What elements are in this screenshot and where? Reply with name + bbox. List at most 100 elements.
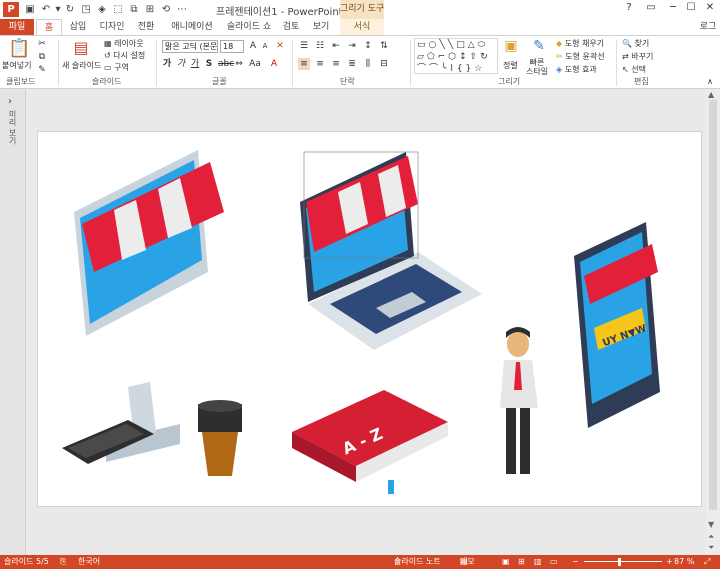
shrink-font-icon[interactable]: A xyxy=(260,40,270,52)
shape-effects-button[interactable]: ◈ 도형 효과 xyxy=(556,64,597,75)
slide-canvas[interactable]: UY N▼W A - Z xyxy=(38,132,701,506)
font-size-select[interactable]: 18 xyxy=(220,40,244,53)
expand-pane-icon[interactable]: › xyxy=(8,96,12,107)
char-spacing-icon[interactable]: ⇔ xyxy=(234,58,244,70)
tab-slideshow[interactable]: 슬라이드 쇼 xyxy=(224,19,274,35)
tab-home[interactable]: 홈 xyxy=(36,19,62,35)
scrollbar-thumb[interactable] xyxy=(709,100,717,510)
a-z-book-illustration[interactable]: A - Z xyxy=(292,390,448,494)
laptop-shop-illustration[interactable] xyxy=(300,151,482,350)
vertical-scrollbar[interactable]: ▲ ▼ ⏶ ⏷ xyxy=(706,90,720,555)
fit-to-window-icon[interactable]: ⤢ xyxy=(704,555,710,569)
clear-format-icon[interactable]: ✕ xyxy=(274,40,286,52)
help-button[interactable]: ? xyxy=(622,2,636,13)
bullets-icon[interactable]: ☰ xyxy=(298,40,310,52)
tab-format[interactable]: 서식 xyxy=(340,19,384,35)
undo-icon[interactable]: ↶ xyxy=(40,2,52,17)
slideshow-start-icon[interactable]: ◳ xyxy=(80,2,92,17)
decrease-indent-icon[interactable]: ⇤ xyxy=(330,40,342,52)
select-button[interactable]: ↖ 선택 xyxy=(622,64,646,75)
layout-button[interactable]: ▦ 레이아웃 xyxy=(104,38,144,49)
cut-icon[interactable]: ✂ xyxy=(36,38,48,50)
save-icon[interactable]: ▣ xyxy=(24,2,36,17)
copy-icon[interactable]: ⧉ xyxy=(36,51,48,63)
close-button[interactable]: ✕ xyxy=(703,2,717,13)
tab-transitions[interactable]: 전환 xyxy=(132,19,160,35)
grow-font-icon[interactable]: A xyxy=(248,40,258,52)
undo-dropdown-icon[interactable]: ▾ xyxy=(54,2,62,17)
quick-styles-button-label[interactable]: 빠른 스타일 xyxy=(526,58,548,76)
businessman-illustration[interactable] xyxy=(500,327,538,474)
align-right-icon[interactable]: ≡ xyxy=(330,58,342,70)
font-color-icon[interactable]: A xyxy=(268,58,280,70)
strikethrough-icon[interactable]: abc xyxy=(218,58,234,70)
columns-icon[interactable]: ⫼ xyxy=(362,58,374,70)
quick-styles-icon[interactable]: ✎ xyxy=(530,39,548,53)
shapes-icon[interactable]: ◈ xyxy=(96,2,108,17)
increase-indent-icon[interactable]: ⇥ xyxy=(346,40,358,52)
arrange-icon[interactable]: ▣ xyxy=(502,39,520,53)
redo-icon[interactable]: ↻ xyxy=(64,2,76,17)
minimize-button[interactable]: ─ xyxy=(666,2,680,13)
change-case-icon[interactable]: Aa xyxy=(248,58,262,70)
ribbon-display-options-button[interactable]: ▭ xyxy=(644,2,658,13)
reading-view-icon[interactable]: ▥ xyxy=(534,555,542,569)
smartart-icon[interactable]: ⊟ xyxy=(378,58,390,70)
normal-view-icon[interactable]: ▣ xyxy=(502,555,510,569)
format-painter-icon[interactable]: ✎ xyxy=(36,64,48,76)
scroll-down-icon[interactable]: ▼ xyxy=(708,520,714,529)
group-icon[interactable]: ⬚ xyxy=(112,2,124,17)
shapes-gallery[interactable]: ▭○╲╲□△⬭ ▱⬠⌐⬡↕⇧↻ ⌒⌒╰⌇{}☆ xyxy=(414,38,498,74)
section-button[interactable]: ▭ 구역 xyxy=(104,62,129,73)
underline-icon[interactable]: 가 xyxy=(190,58,200,70)
new-slide-icon[interactable]: ▤ xyxy=(70,38,92,58)
language-indicator[interactable]: 한국어 xyxy=(78,555,100,569)
arrange-icon[interactable]: ⧉ xyxy=(128,2,140,17)
tab-file[interactable]: 파일 xyxy=(0,19,34,35)
next-slide-icon[interactable]: ⏷ xyxy=(708,543,714,553)
numbering-icon[interactable]: ☷ xyxy=(314,40,326,52)
tab-insert[interactable]: 삽입 xyxy=(64,19,92,35)
rotate-icon[interactable]: ⟲ xyxy=(160,2,172,17)
smartphone-shop-illustration[interactable]: UY N▼W xyxy=(574,222,660,428)
paste-icon[interactable]: 📋 xyxy=(8,38,30,60)
line-spacing-icon[interactable]: ↕ xyxy=(362,40,374,52)
user-account[interactable]: 로그 xyxy=(696,19,720,35)
previous-slide-icon[interactable]: ⏶ xyxy=(708,532,714,542)
slide-sorter-icon[interactable]: ⊞ xyxy=(518,555,525,569)
slideshow-view-icon[interactable]: ▭ xyxy=(550,555,558,569)
align-icon[interactable]: ⊞ xyxy=(144,2,156,17)
powerpoint-app-icon[interactable]: P xyxy=(3,2,19,17)
zoom-slider-thumb[interactable] xyxy=(618,558,621,566)
maximize-button[interactable]: ☐ xyxy=(684,2,698,13)
replace-button[interactable]: ⇄ 바꾸기 xyxy=(622,51,653,62)
new-slide-button-label[interactable]: 새 슬라이드 xyxy=(62,60,101,71)
tab-view[interactable]: 보기 xyxy=(308,19,334,35)
align-left-icon[interactable]: ≡ xyxy=(298,58,310,70)
paste-button-label[interactable]: 붙여넣기 xyxy=(2,60,31,71)
zoom-in-button[interactable]: + xyxy=(666,555,673,569)
zoom-level[interactable]: 87 % xyxy=(674,555,694,569)
arrange-button-label[interactable]: 정렬 xyxy=(503,60,518,71)
text-shadow-icon[interactable]: S xyxy=(204,58,214,70)
italic-icon[interactable]: 가 xyxy=(176,58,186,70)
tab-animations[interactable]: 애니메이션 xyxy=(164,19,220,35)
tab-review[interactable]: 검토 xyxy=(278,19,304,35)
reset-button[interactable]: ↺ 다시 설정 xyxy=(104,50,145,61)
font-name-select[interactable]: 맑은 고딕 (본문 xyxy=(162,40,218,53)
shape-fill-button[interactable]: ◆ 도형 채우기 xyxy=(556,38,604,49)
customize-qat-icon[interactable]: ⋯ xyxy=(176,2,188,17)
bold-icon[interactable]: 가 xyxy=(162,58,172,70)
align-center-icon[interactable]: ≡ xyxy=(314,58,326,70)
coffee-cup-illustration[interactable] xyxy=(198,400,242,476)
zoom-out-button[interactable]: − xyxy=(572,555,579,569)
tab-design[interactable]: 디자인 xyxy=(96,19,128,35)
thumbnail-pane-collapsed[interactable]: › 미리 보기 xyxy=(0,90,26,555)
shape-outline-button[interactable]: ✏ 도형 윤곽선 xyxy=(556,51,605,62)
zoom-slider[interactable] xyxy=(584,561,662,562)
scroll-up-icon[interactable]: ▲ xyxy=(708,90,714,99)
collapse-ribbon-icon[interactable]: ∧ xyxy=(704,76,716,88)
text-direction-icon[interactable]: ⇅ xyxy=(378,40,390,52)
find-button[interactable]: 🔍 찾기 xyxy=(622,38,649,49)
spelling-check-icon[interactable]: ⎘ xyxy=(60,555,66,569)
